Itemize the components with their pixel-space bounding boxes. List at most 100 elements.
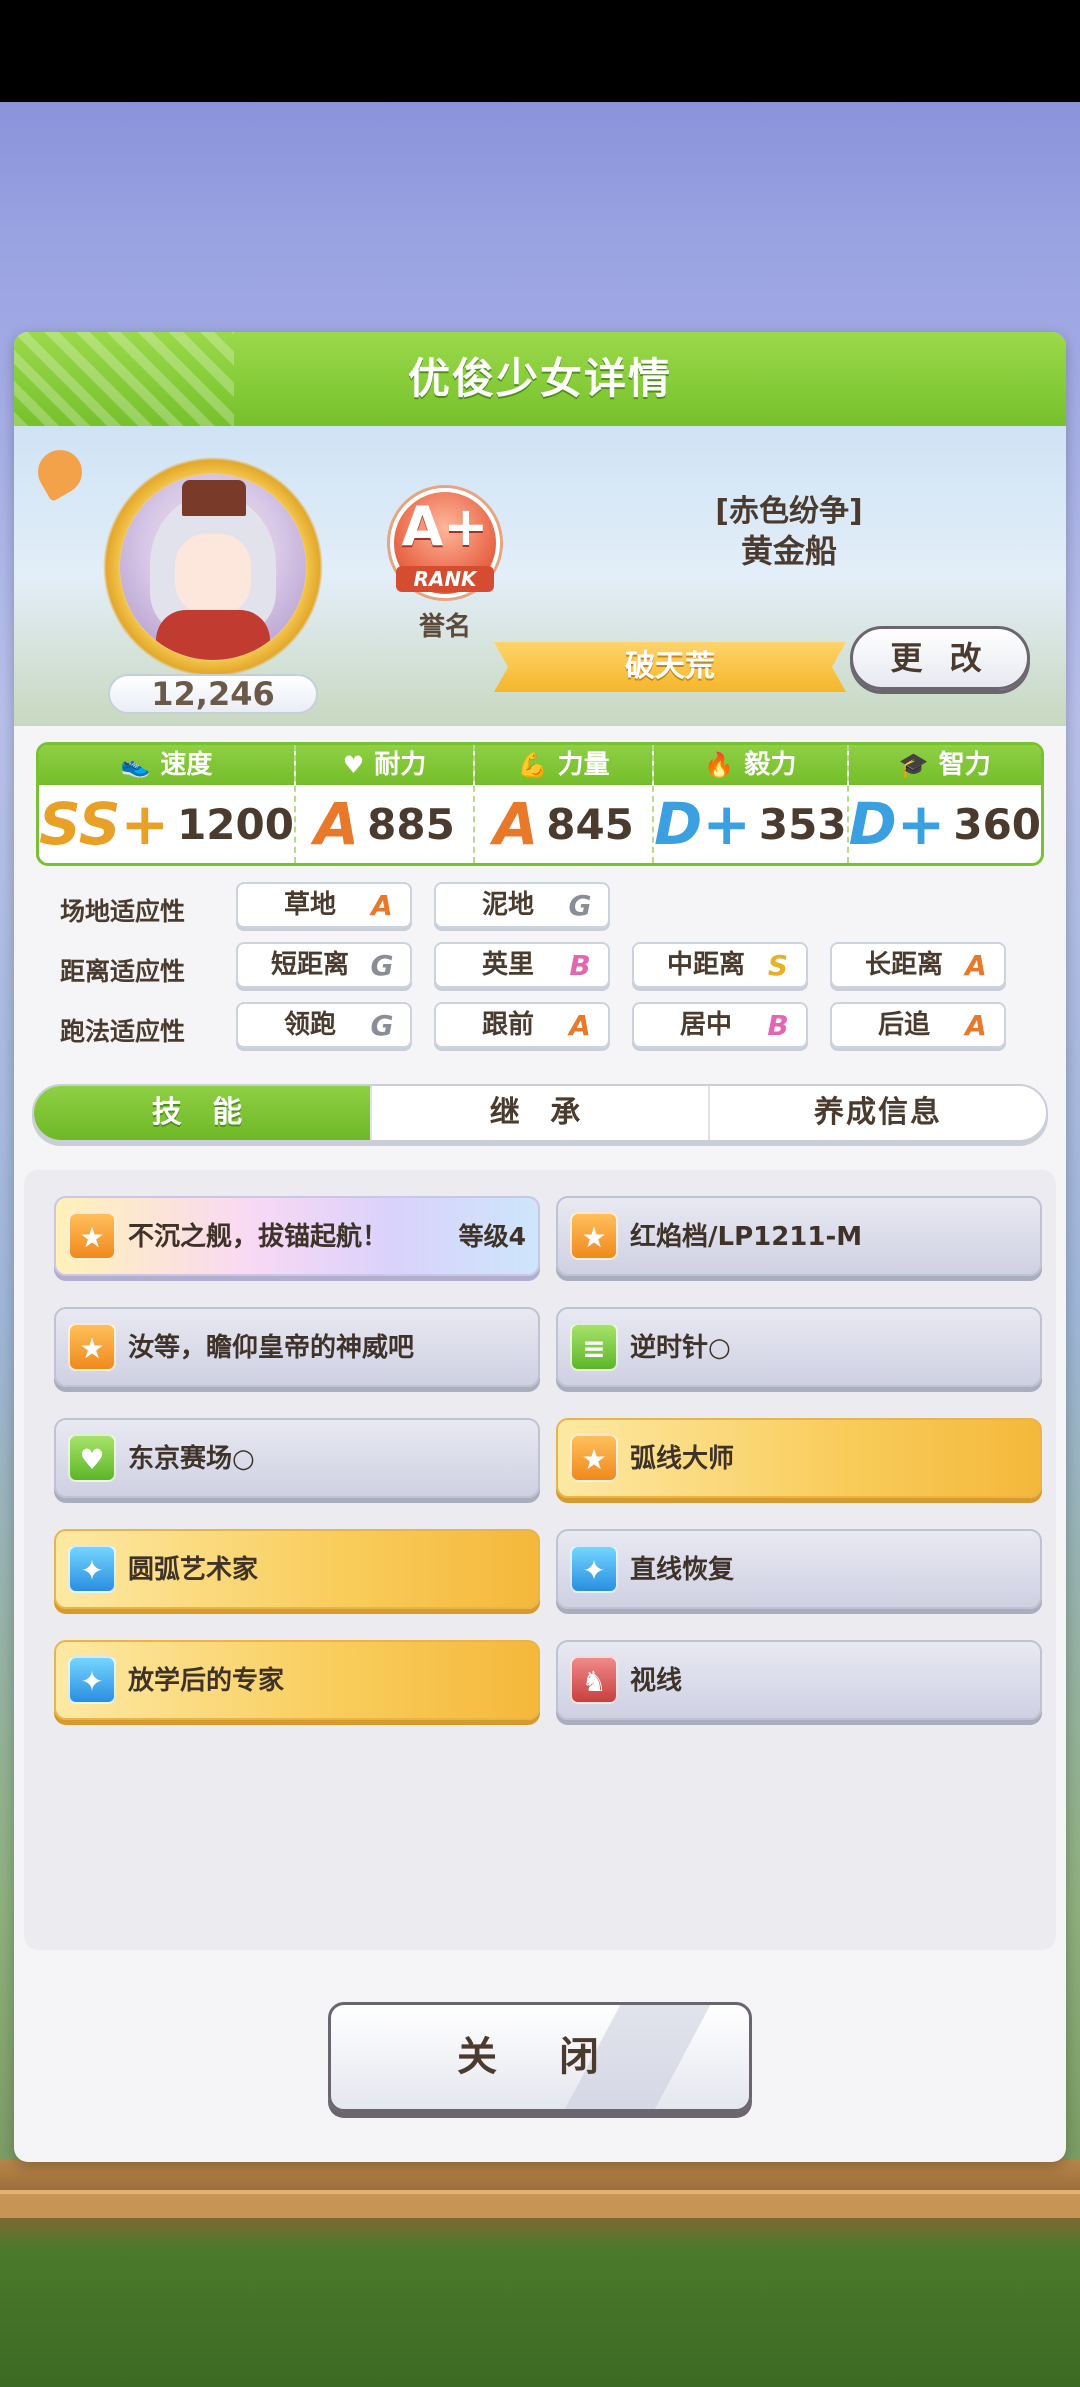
skill-card[interactable]: ♥ 东京赛场○ <box>54 1418 540 1498</box>
aptitude-chip: 领跑 G <box>236 1002 412 1048</box>
skills-panel: ★ 不沉之舰，拔锚起航！ 等级4 ★ 红焰档/LP1211-M ★ 汝等，瞻仰皇帝的神威吧 ≡… <box>24 1170 1056 1950</box>
avatar[interactable] <box>120 474 306 660</box>
stat-value: 1200 <box>177 799 294 849</box>
rank-grade: A+ <box>401 495 489 558</box>
aptitude-chip: 英里 B <box>434 942 610 988</box>
stat-value: 845 <box>546 799 634 849</box>
aptitude-chip: 短距离 G <box>236 942 412 988</box>
aptitude-grade: B <box>569 949 591 982</box>
aptitude-grade: B <box>767 1009 789 1042</box>
aptitude-grade: G <box>370 949 394 982</box>
detail-tabs: 技 能继 承养成信息 <box>32 1084 1048 1142</box>
aptitude-name: 草地 <box>283 890 336 920</box>
aptitude-row: 跑法适应性 领跑 G 跟前 A 居中 B 后追 A <box>14 1002 1066 1052</box>
tab-0[interactable]: 技 能 <box>34 1086 372 1140</box>
stat-0: 👟 速度 SS+ 1200 <box>39 745 296 863</box>
aptitude-label: 场地适应性 <box>60 897 186 926</box>
aptitude-grade: S <box>767 949 789 982</box>
stat-label: 耐力 <box>374 750 427 780</box>
aptitude-grade: A <box>569 1009 591 1042</box>
stat-header: 🔥 毅力 <box>654 745 847 785</box>
background-rail <box>0 2190 1080 2218</box>
skill-card[interactable]: ★ 汝等，瞻仰皇帝的神威吧 <box>54 1307 540 1387</box>
stat-grade: D+ <box>654 790 751 858</box>
stat-value: 353 <box>758 799 847 849</box>
stat-body: D+ 360 <box>849 785 1041 863</box>
aptitude-name: 泥地 <box>481 890 534 920</box>
rank-word: RANK <box>396 566 494 592</box>
flame-icon: 🔥 <box>704 751 735 779</box>
character-epithet: [赤色纷争] <box>715 494 863 529</box>
status-bar <box>0 0 1080 102</box>
heart-icon: ♥ <box>68 1434 116 1482</box>
runner-icon: ★ <box>570 1434 618 1482</box>
runner-icon: ★ <box>570 1212 618 1260</box>
skill-card[interactable]: ≡ 逆时针○ <box>556 1307 1042 1387</box>
stat-header: 🎓 智力 <box>848 745 1041 785</box>
aptitude-name: 跟前 <box>481 1010 534 1040</box>
aptitude-chip: 中距离 S <box>632 942 808 988</box>
tab-2[interactable]: 养成信息 <box>710 1086 1046 1140</box>
aptitude-chip: 长距离 A <box>830 942 1006 988</box>
runner-icon: ★ <box>68 1212 116 1260</box>
change-title-button[interactable]: 更 改 <box>850 626 1030 690</box>
shoe-icon: 👟 <box>120 751 151 779</box>
stat-3: 🔥 毅力 D+ 353 <box>654 745 849 863</box>
aptitude-label: 距离适应性 <box>60 957 186 986</box>
aptitude-name: 中距离 <box>666 950 745 980</box>
avatar-hat <box>182 480 246 516</box>
stat-grade: D+ <box>848 790 946 858</box>
stat-grade: A <box>493 790 539 858</box>
fans-count: 12,246 <box>108 674 318 714</box>
stat-label: 速度 <box>160 750 213 780</box>
stat-body: A 885 <box>296 785 473 863</box>
stat-value: 885 <box>367 799 455 849</box>
stat-2: 💪 力量 A 845 <box>475 745 655 863</box>
character-detail-dialog: 优俊少女详情 12,246 A+ RANK 誉名 [赤色纷争] 黄金船 破天荒 … <box>14 332 1066 2162</box>
stats-panel: 👟 速度 SS+ 1200 ♥ 耐力 A 885 💪 力量 A 845 🔥 毅力 D+ 353 🎓 智力 D+ 360 <box>36 742 1044 866</box>
skill-card[interactable]: ♞ 视线 <box>556 1640 1042 1720</box>
runner-icon: ★ <box>68 1323 116 1371</box>
muscle-icon: 💪 <box>517 751 548 779</box>
aptitude-name: 领跑 <box>283 1010 336 1040</box>
dialog-header: 优俊少女详情 <box>14 332 1066 426</box>
aptitude-name: 后追 <box>877 1010 930 1040</box>
aptitude-row: 场地适应性 草地 A 泥地 G <box>14 882 1066 932</box>
skill-card[interactable]: ★ 红焰档/LP1211-M <box>556 1196 1042 1276</box>
rank-label: 誉名 <box>418 612 471 642</box>
document-icon: ≡ <box>570 1323 618 1371</box>
aptitude-grade: A <box>965 949 987 982</box>
skill-name: 红焰档/LP1211-M <box>630 1222 863 1252</box>
skill-card[interactable]: ★ 弧线大师 <box>556 1418 1042 1498</box>
stat-grade: SS+ <box>39 790 170 858</box>
stat-grade: A <box>314 790 360 858</box>
aptitude-grade: G <box>568 889 592 922</box>
stat-label: 智力 <box>938 750 991 780</box>
aptitude-chip: 跟前 A <box>434 1002 610 1048</box>
aptitude-chip: 泥地 G <box>434 882 610 928</box>
aptitude-name: 短距离 <box>270 950 349 980</box>
horse-icon: ♞ <box>570 1656 618 1704</box>
skill-name: 放学后的专家 <box>128 1666 285 1696</box>
skill-level: 等级4 <box>458 1222 526 1251</box>
sparkle-icon: ✦ <box>68 1656 116 1704</box>
aptitude-grade: A <box>371 889 393 922</box>
skill-card[interactable]: ✦ 圆弧艺术家 <box>54 1529 540 1609</box>
graduation-cap-icon: 🎓 <box>898 751 929 779</box>
tab-1[interactable]: 继 承 <box>372 1086 710 1140</box>
skill-card[interactable]: ★ 不沉之舰，拔锚起航！ 等级4 <box>54 1196 540 1276</box>
skill-card[interactable]: ✦ 放学后的专家 <box>54 1640 540 1720</box>
stat-4: 🎓 智力 D+ 360 <box>848 745 1041 863</box>
aptitude-chip: 居中 B <box>632 1002 808 1048</box>
heart-icon: ♥ <box>342 751 365 779</box>
stat-label: 毅力 <box>744 750 797 780</box>
skill-card[interactable]: ✦ 直线恢复 <box>556 1529 1042 1609</box>
skill-name: 不沉之舰，拔锚起航！ <box>128 1222 389 1252</box>
skill-name: 直线恢复 <box>630 1555 735 1585</box>
carrot-icon <box>29 441 91 503</box>
avatar-face <box>175 534 251 614</box>
aptitude-chip: 草地 A <box>236 882 412 928</box>
aptitude-grade: G <box>370 1009 394 1042</box>
close-button[interactable]: 关 闭 <box>328 2002 752 2112</box>
stat-body: D+ 353 <box>654 785 846 863</box>
